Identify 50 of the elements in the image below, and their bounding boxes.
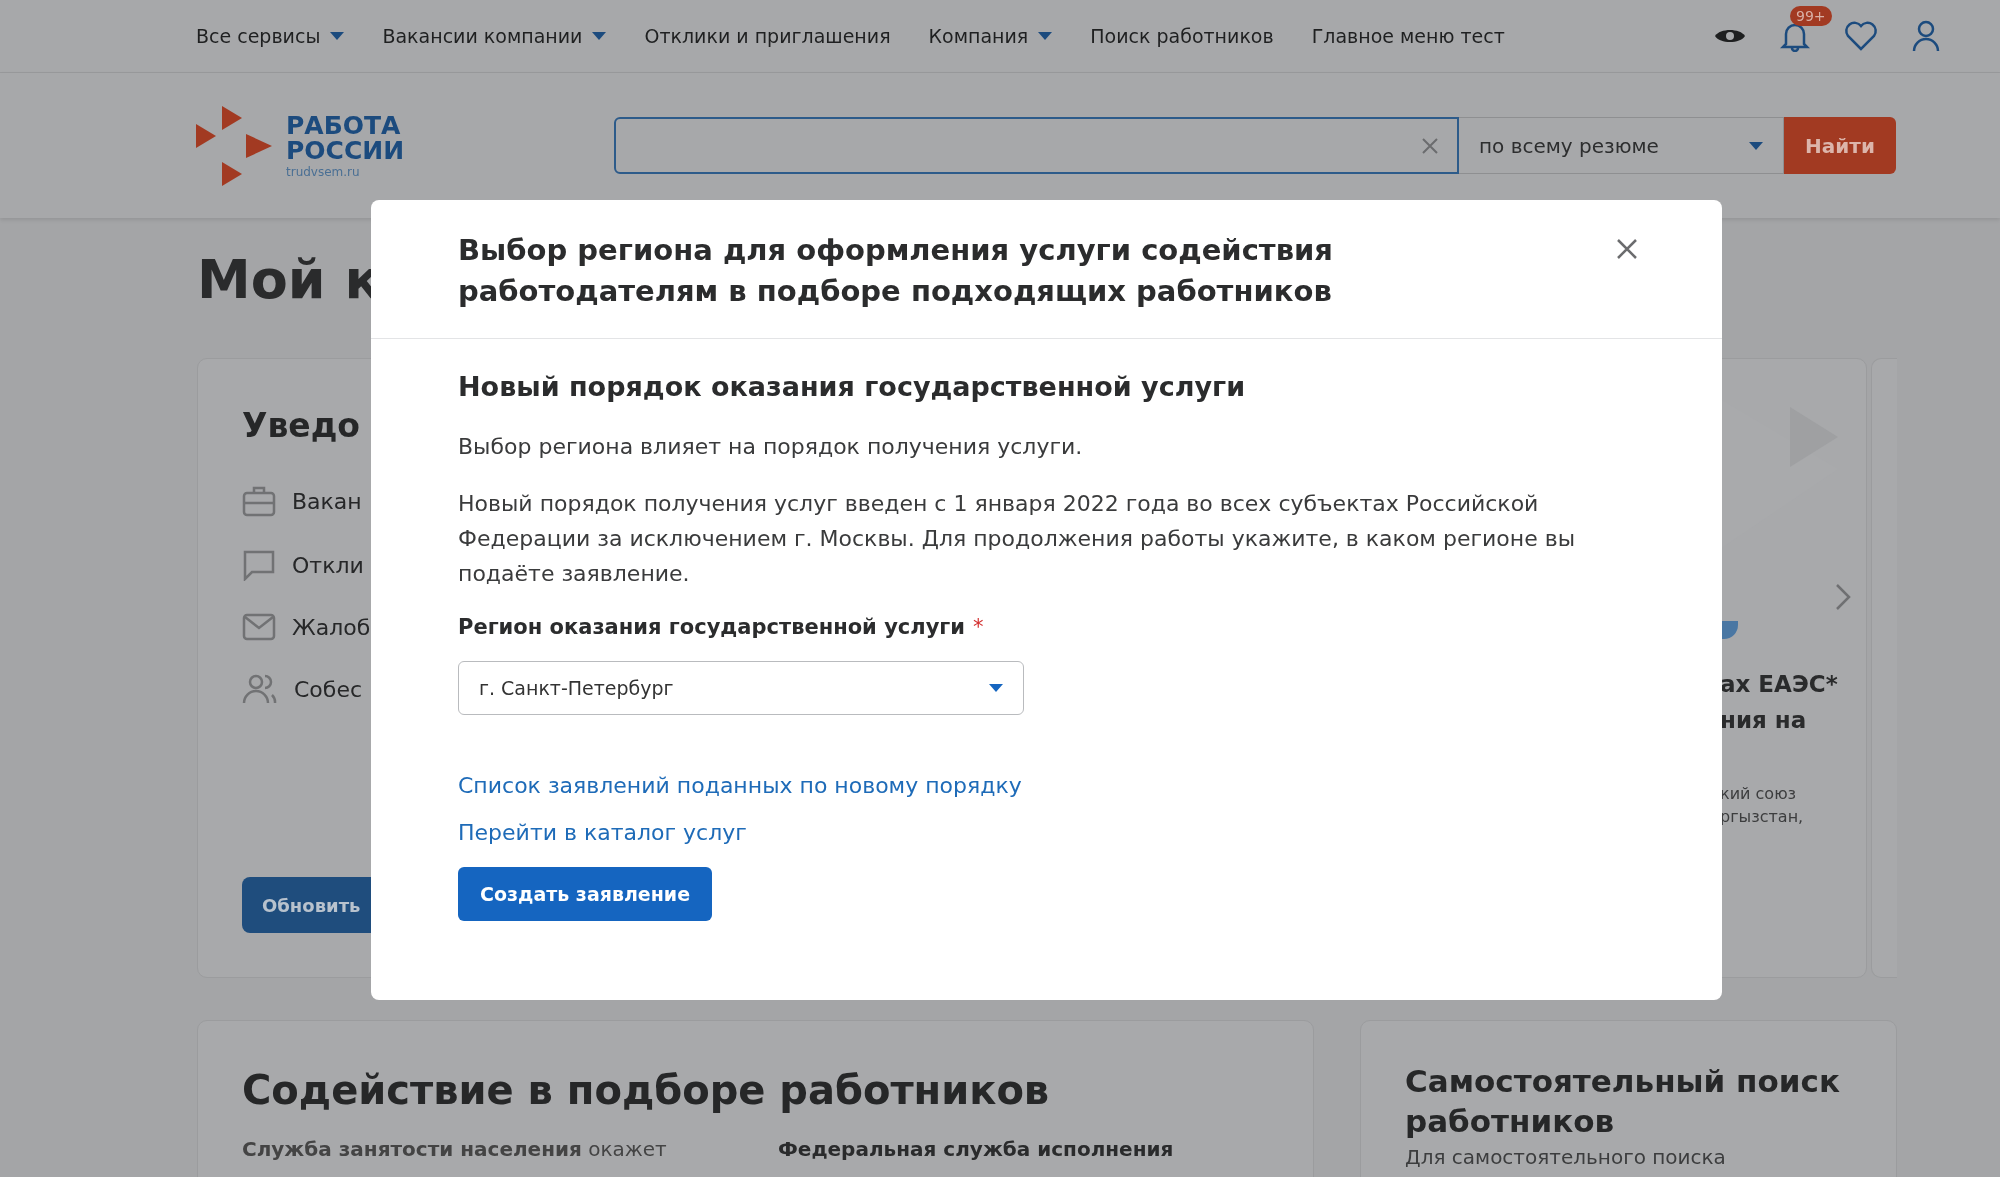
required-mark: *	[973, 615, 984, 639]
close-icon[interactable]	[1616, 238, 1638, 260]
search-button[interactable]: Найти	[1784, 117, 1896, 174]
field-label: Регион оказания государственной услуги	[458, 615, 966, 639]
card-title: Уведо	[242, 405, 361, 447]
nav-menu-item[interactable]: Отклики и приглашения	[644, 25, 891, 47]
card-title: Самостоятельный поиск работников	[1405, 1062, 1841, 1141]
chevron-right-icon[interactable]	[1835, 583, 1851, 611]
mail-icon	[242, 613, 276, 641]
briefcase-icon	[242, 485, 276, 517]
card-text: Федеральная служба исполнения	[778, 1137, 1174, 1161]
notification-badge: 99+	[1790, 6, 1832, 26]
logo-text: РОССИИ	[286, 138, 405, 163]
user-icon[interactable]	[1912, 20, 1940, 52]
link[interactable]: Список заявлений поданных по новому порядку	[458, 773, 1022, 798]
caret-icon	[592, 32, 607, 40]
card-text: Для самостоятельного поиска	[1405, 1145, 1726, 1169]
caret-icon	[1749, 141, 1763, 150]
promo-title: ах ЕАЭС*	[1720, 670, 1838, 699]
paragraph: Выбор региона влияет на порядок получения услуги.	[458, 433, 1084, 461]
paragraph: Новый порядок получения услуг введен с 1 января 2022 года во всех субъектах Российской Федерации за исключением г. Москвы. Для продолжения работы укажите, в каком регионе вы подаёте заявление.	[458, 490, 1576, 588]
caret-icon	[1038, 32, 1053, 40]
nav-menu-item[interactable]: Компания	[928, 25, 1053, 47]
logo-text: РАБОТА	[286, 113, 402, 138]
notification-category[interactable]: Откли	[292, 552, 364, 578]
promo-text: ргызстан,	[1720, 806, 1804, 828]
section-heading: Новый порядок оказания государственной услуги	[458, 370, 1246, 404]
search-scope-dropdown[interactable]: по всему резюме	[1459, 117, 1784, 174]
heart-icon[interactable]	[1844, 21, 1878, 51]
nav-menu-item[interactable]: Вакансии компании	[382, 25, 607, 47]
logo-icon	[196, 105, 272, 186]
notification-category[interactable]: Собес	[294, 676, 363, 702]
modal-title: Выбор региона для оформления услуги содействия работодателям в подборе подходящих работников	[458, 232, 1334, 310]
create-application-button[interactable]: Создать заявление	[458, 867, 713, 921]
chat-icon	[242, 549, 276, 581]
card-text: Служба занятости населения окажет	[242, 1137, 668, 1161]
region-dropdown[interactable]: г. Санкт-Петербург	[458, 661, 1024, 715]
caret-icon	[989, 684, 1003, 692]
caret-icon	[330, 32, 345, 40]
nav-menu-item[interactable]: Поиск работников	[1090, 25, 1274, 47]
nav-menu-item[interactable]: Все сервисы	[196, 25, 345, 47]
link[interactable]: Перейти в каталог услуг	[458, 820, 1022, 845]
people-icon	[242, 673, 278, 705]
notification-category[interactable]: Вакан	[292, 488, 362, 514]
nav-menu-item[interactable]: Главное меню тест	[1311, 25, 1505, 47]
clear-icon[interactable]	[1421, 136, 1439, 155]
promo-title: ния на	[1720, 706, 1807, 735]
logo-domain: trudvsem.ru	[286, 166, 361, 178]
notification-category[interactable]: Жалоб	[292, 614, 371, 640]
card-title: Содействие в подборе работников	[242, 1066, 1051, 1115]
